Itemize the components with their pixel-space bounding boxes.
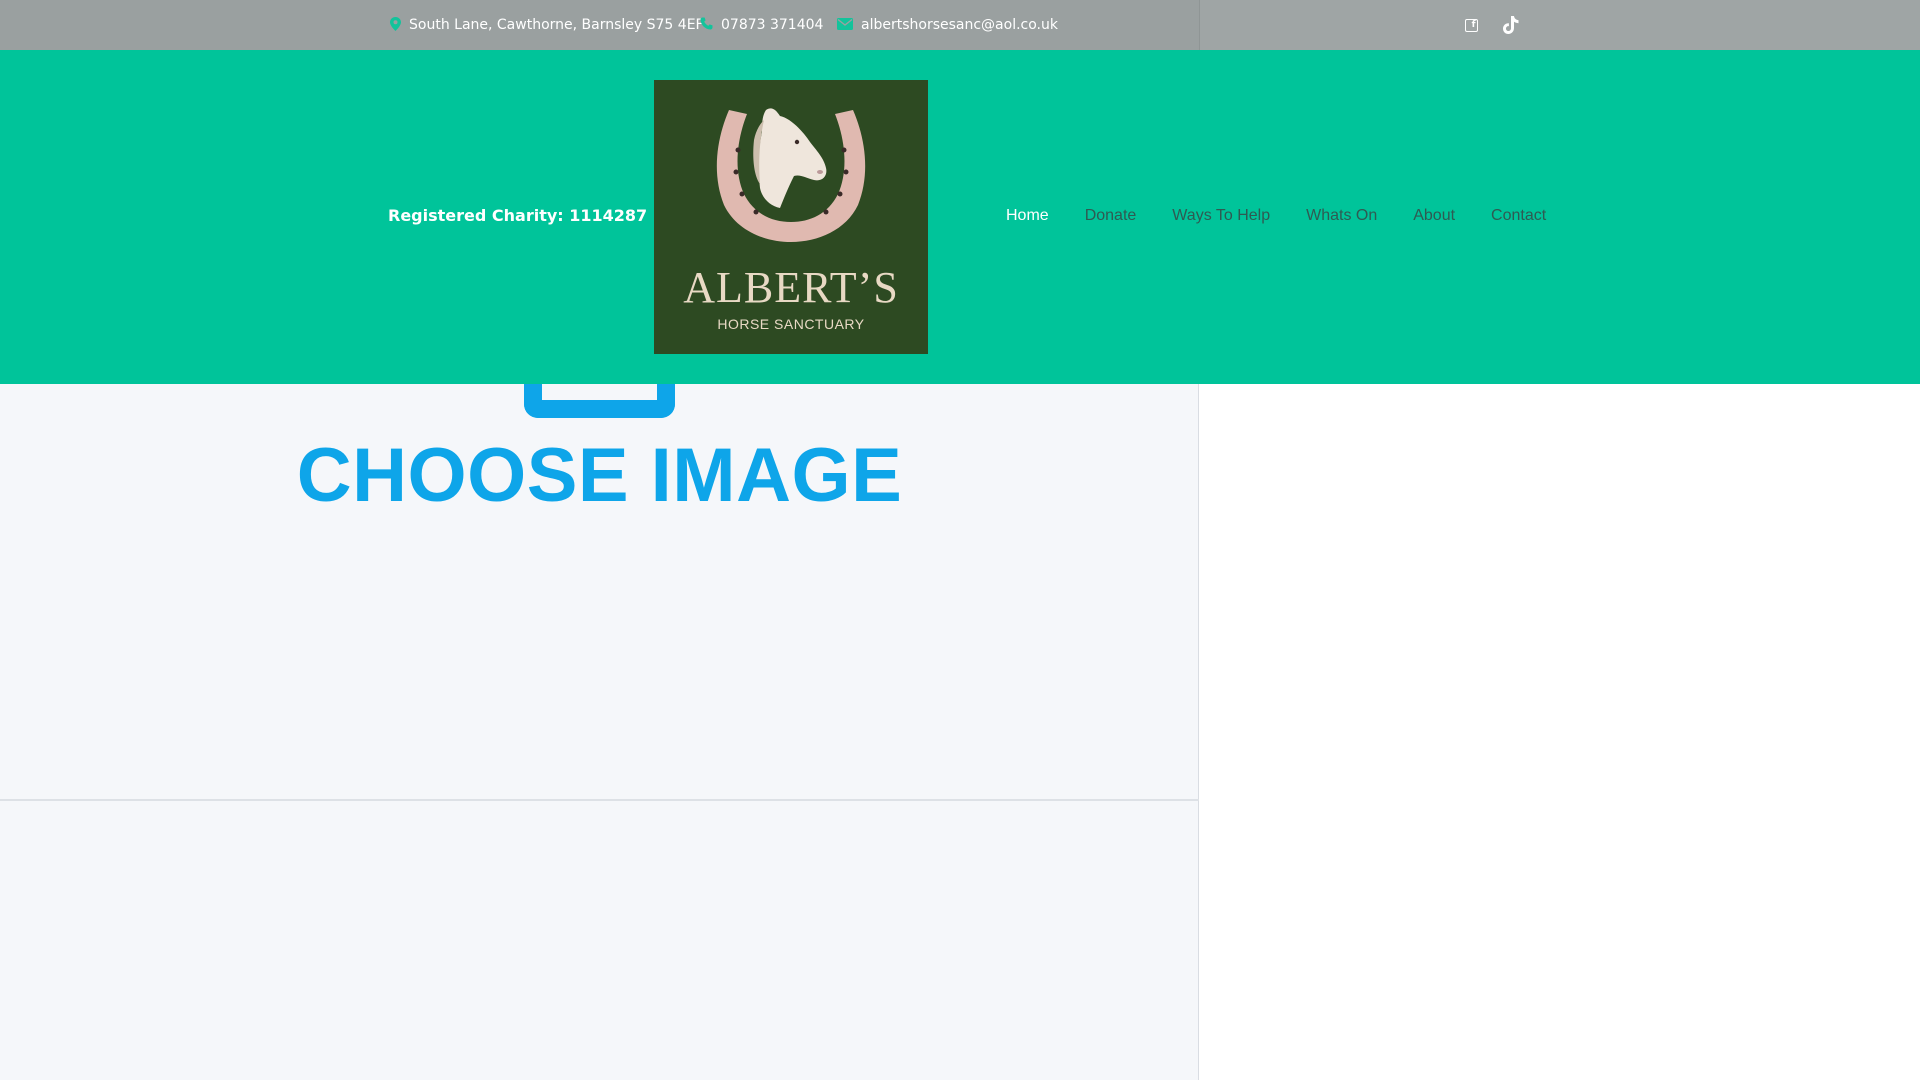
address-text: South Lane, Cawthorne, Barnsley S75 4EF [409,17,704,33]
email-item[interactable]: albertshorsesanc@aol.co.uk [837,14,1058,36]
editor-divider [0,799,1199,801]
address-item: South Lane, Cawthorne, Barnsley S75 4EF [390,14,704,36]
phone-icon [700,17,713,33]
site-logo[interactable]: ALBERT’S HORSE SANCTUARY [654,80,928,354]
nav-home[interactable]: Home [988,206,1067,226]
site-header: Registered Charity: 1114287 ALBERT’S HOR… [0,50,1920,384]
nav-whats-on[interactable]: Whats On [1288,206,1395,226]
topbar-right-section [1199,0,1920,50]
nav-about[interactable]: About [1395,206,1473,226]
facebook-icon[interactable]: f [1460,14,1482,36]
email-text: albertshorsesanc@aol.co.uk [861,17,1058,33]
nav-contact[interactable]: Contact [1473,206,1564,226]
phone-item[interactable]: 07873 371404 [700,14,823,36]
logo-subtitle: HORSE SANCTUARY [717,316,865,332]
choose-image-button[interactable]: CHOOSE IMAGE [0,432,1199,519]
envelope-icon [837,17,853,33]
registered-charity-text: Registered Charity: 1114287 [388,206,648,225]
phone-text: 07873 371404 [721,17,824,33]
nav-ways-to-help[interactable]: Ways To Help [1154,206,1288,226]
top-info-bar: South Lane, Cawthorne, Barnsley S75 4EF … [0,0,1920,50]
tiktok-icon[interactable] [1500,14,1522,36]
nav-donate[interactable]: Donate [1067,206,1155,226]
logo-name: ALBERT’S [683,263,899,312]
main-navigation: Home Donate Ways To Help Whats On About … [988,206,1564,226]
location-pin-icon [390,16,401,34]
